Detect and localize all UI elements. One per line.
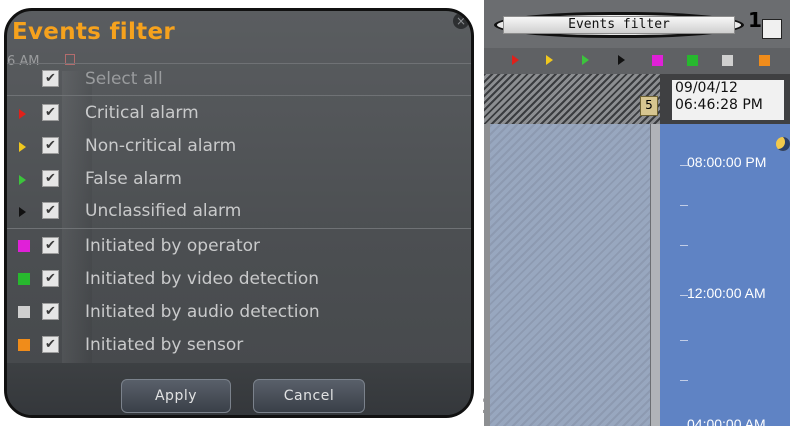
false-alarm-checkbox[interactable]: ✔ — [42, 170, 59, 187]
calendar-icon[interactable] — [762, 19, 782, 39]
panel-title: Events filter — [12, 19, 175, 45]
sensor-checkbox[interactable]: ✔ — [42, 336, 59, 353]
filter-row-unclassified-alarm[interactable]: ✔ Unclassified alarm — [7, 197, 471, 227]
operator-icon — [18, 240, 30, 252]
false-alarm-label: False alarm — [85, 169, 182, 189]
yellow-triangle-icon — [19, 142, 26, 152]
select-all-label: Select all — [85, 69, 163, 89]
cancel-button[interactable]: Cancel — [253, 379, 365, 413]
operator-checkbox[interactable]: ✔ — [42, 237, 59, 254]
yellow-triangle-icon[interactable] — [546, 55, 553, 65]
non-critical-alarm-checkbox[interactable]: ✔ — [42, 137, 59, 154]
timeline-tick — [680, 380, 688, 381]
operator-icon[interactable] — [652, 55, 663, 66]
video-detection-icon[interactable] — [687, 55, 698, 66]
moon-icon — [776, 137, 790, 151]
select-all-row[interactable]: ✔ Select all — [7, 65, 471, 95]
filter-row-initiated-by-operator[interactable]: ✔ Initiated by operator — [7, 232, 471, 262]
events-filter-button-label: Events filter — [568, 17, 670, 32]
divider — [7, 228, 471, 229]
event-type-icon-bar — [484, 48, 790, 74]
filter-row-false-alarm[interactable]: ✔ False alarm — [7, 165, 471, 195]
divider — [7, 63, 471, 64]
timeline-panel: Events filter 1 09/04/12 06:46:28 PM 5 0… — [484, 0, 790, 432]
apply-button[interactable]: Apply — [121, 379, 231, 413]
timeline-date: 09/04/12 — [675, 80, 738, 96]
green-triangle-icon — [19, 175, 26, 185]
red-triangle-icon[interactable] — [512, 55, 519, 65]
non-critical-alarm-label: Non-critical alarm — [85, 136, 237, 156]
operator-label: Initiated by operator — [85, 236, 261, 256]
timeline-current-datetime: 09/04/12 06:46:28 PM — [672, 80, 784, 120]
events-filter-button[interactable]: Events filter — [494, 12, 744, 38]
black-triangle-icon[interactable] — [618, 55, 625, 65]
filter-row-initiated-by-video-detection[interactable]: ✔ Initiated by video detection — [7, 265, 471, 295]
sensor-label: Initiated by sensor — [85, 335, 244, 355]
black-triangle-icon — [19, 207, 26, 217]
audio-detection-icon[interactable] — [722, 55, 733, 66]
events-filter-panel: 6 AM Events filter × ✔ Select all ✔ Crit… — [4, 8, 474, 418]
timeline-tick — [680, 340, 688, 341]
filter-row-initiated-by-audio-detection[interactable]: ✔ Initiated by audio detection — [7, 298, 471, 328]
timeline-time-label: 12:00:00 AM — [687, 285, 766, 301]
filter-row-critical-alarm[interactable]: ✔ Critical alarm — [7, 99, 471, 129]
select-all-checkbox[interactable]: ✔ — [42, 70, 59, 87]
audio-detection-icon — [18, 306, 30, 318]
filter-row-non-critical-alarm[interactable]: ✔ Non-critical alarm — [7, 132, 471, 162]
divider — [7, 95, 471, 96]
timeline-event-count-marker[interactable]: 5 — [640, 96, 658, 116]
filter-row-initiated-by-sensor[interactable]: ✔ Initiated by sensor — [7, 331, 471, 361]
timeline-time-label: 04:00:00 AM — [687, 416, 766, 432]
critical-alarm-checkbox[interactable]: ✔ — [42, 104, 59, 121]
panel-footer — [7, 363, 471, 415]
video-detection-checkbox[interactable]: ✔ — [42, 270, 59, 287]
timeline-time: 06:46:28 PM — [675, 97, 763, 113]
close-icon[interactable]: × — [453, 13, 469, 29]
audio-detection-label: Initiated by audio detection — [85, 302, 320, 322]
timeline-time-label: 08:00:00 PM — [687, 154, 767, 170]
audio-detection-checkbox[interactable]: ✔ — [42, 303, 59, 320]
unclassified-alarm-checkbox[interactable]: ✔ — [42, 202, 59, 219]
annotation-number-1: 1 — [748, 8, 762, 32]
video-detection-label: Initiated by video detection — [85, 269, 320, 289]
timeline-hatched-area — [490, 124, 650, 426]
sensor-icon — [18, 339, 30, 351]
green-triangle-icon[interactable] — [582, 55, 589, 65]
red-triangle-icon — [19, 109, 26, 119]
sensor-icon[interactable] — [759, 55, 770, 66]
timeline-tick — [680, 245, 688, 246]
video-detection-icon — [18, 273, 30, 285]
critical-alarm-label: Critical alarm — [85, 103, 199, 123]
timeline-tick — [680, 205, 688, 206]
unclassified-alarm-label: Unclassified alarm — [85, 201, 242, 221]
